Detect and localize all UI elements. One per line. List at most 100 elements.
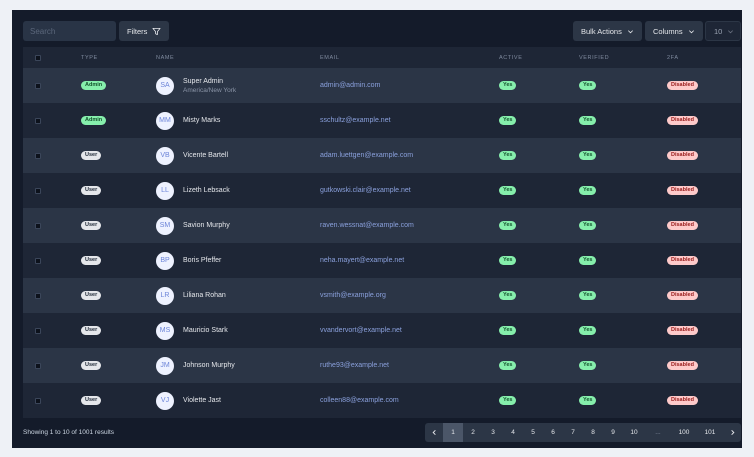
- table-row[interactable]: User VJ Violette Jast colleen88@example.com…: [23, 383, 741, 418]
- prev-page-button[interactable]: [425, 423, 443, 442]
- row-checkbox[interactable]: [35, 313, 41, 348]
- user-email-link[interactable]: colleen88@example.com: [320, 397, 399, 404]
- user-name[interactable]: Violette Jast: [183, 397, 221, 404]
- twofa-cell: Disabled: [667, 103, 698, 138]
- table-row[interactable]: User LL Lizeth Lebsack gutkowski.clair@exam…: [23, 173, 741, 208]
- row-checkbox[interactable]: [35, 208, 41, 243]
- page-button-100[interactable]: 100: [671, 423, 697, 442]
- type-badge: User: [81, 396, 102, 405]
- next-page-button[interactable]: [723, 423, 741, 442]
- page-button-1[interactable]: 1: [443, 423, 463, 442]
- table-row[interactable]: User JM Johnson Murphy ruthe93@example.net Y…: [23, 348, 741, 383]
- user-email-link[interactable]: gutkowski.clair@example.net: [320, 187, 411, 194]
- header-active[interactable]: ACTIVE: [499, 47, 522, 68]
- avatar: JM: [156, 356, 174, 375]
- select-all-checkbox[interactable]: [35, 47, 41, 68]
- row-checkbox[interactable]: [35, 243, 41, 278]
- avatar: MM: [156, 111, 174, 130]
- row-checkbox[interactable]: [35, 103, 41, 138]
- avatar: LR: [156, 286, 174, 305]
- row-checkbox[interactable]: [35, 348, 41, 383]
- user-email-link[interactable]: ruthe93@example.net: [320, 362, 389, 369]
- type-badge: User: [81, 221, 102, 230]
- name-cell: SM Savion Murphy: [156, 208, 230, 243]
- active-cell: Yes: [499, 313, 517, 348]
- header-verified[interactable]: VERIFIED: [579, 47, 609, 68]
- row-checkbox[interactable]: [35, 383, 41, 418]
- twofa-badge: Disabled: [667, 396, 698, 405]
- verified-badge: Yes: [579, 326, 597, 335]
- user-name[interactable]: Misty Marks: [183, 117, 220, 124]
- page-button-4[interactable]: 4: [503, 423, 523, 442]
- page-button-6[interactable]: 6: [543, 423, 563, 442]
- page-button-8[interactable]: 8: [583, 423, 603, 442]
- table-row[interactable]: Admin SA Super Admin America/New York admin@…: [23, 68, 741, 103]
- email-cell: gutkowski.clair@example.net: [320, 173, 411, 208]
- email-cell: adam.luettgen@example.com: [320, 138, 413, 173]
- header-name[interactable]: NAME: [156, 47, 174, 68]
- header-type[interactable]: TYPE: [81, 47, 98, 68]
- header-2fa[interactable]: 2FA: [667, 47, 679, 68]
- user-name[interactable]: Vicente Bartell: [183, 152, 228, 159]
- verified-badge: Yes: [579, 151, 597, 160]
- user-name[interactable]: Boris Pfeffer: [183, 257, 221, 264]
- table-row[interactable]: User BP Boris Pfeffer neha.mayert@example.n…: [23, 243, 741, 278]
- columns-button[interactable]: Columns: [645, 21, 703, 41]
- row-checkbox[interactable]: [35, 68, 41, 103]
- email-cell: vsmith@example.org: [320, 278, 386, 313]
- row-checkbox[interactable]: [35, 138, 41, 173]
- page-button-2[interactable]: 2: [463, 423, 483, 442]
- twofa-badge: Disabled: [667, 256, 698, 265]
- table-row[interactable]: User MS Mauricio Stark vvandervort@example.…: [23, 313, 741, 348]
- avatar: VJ: [156, 391, 174, 410]
- table-row[interactable]: Admin MM Misty Marks sschultz@example.net Ye…: [23, 103, 741, 138]
- type-cell: Admin: [81, 68, 107, 103]
- per-page-select[interactable]: 10: [705, 21, 741, 41]
- active-badge: Yes: [499, 256, 517, 265]
- table-row[interactable]: User SM Savion Murphy raven.wessnat@example…: [23, 208, 741, 243]
- page-button-7[interactable]: 7: [563, 423, 583, 442]
- email-cell: sschultz@example.net: [320, 103, 391, 138]
- user-name[interactable]: Liliana Rohan: [183, 292, 226, 299]
- table-row[interactable]: User VB Vicente Bartell adam.luettgen@examp…: [23, 138, 741, 173]
- filters-button[interactable]: Filters: [119, 21, 170, 41]
- page-button-101[interactable]: 101: [697, 423, 723, 442]
- page-button-9[interactable]: 9: [603, 423, 623, 442]
- type-badge: User: [81, 151, 102, 160]
- active-badge: Yes: [499, 81, 517, 90]
- user-name[interactable]: Lizeth Lebsack: [183, 187, 230, 194]
- page-button-10[interactable]: 10: [623, 423, 645, 442]
- filter-funnel-icon: [152, 27, 161, 36]
- user-email-link[interactable]: vvandervort@example.net: [320, 327, 402, 334]
- name-cell: LR Liliana Rohan: [156, 278, 226, 313]
- user-name[interactable]: Savion Murphy: [183, 222, 230, 229]
- name-cell: BP Boris Pfeffer: [156, 243, 221, 278]
- header-email[interactable]: EMAIL: [320, 47, 340, 68]
- row-checkbox[interactable]: [35, 278, 41, 313]
- chevron-left-icon: [432, 429, 436, 436]
- user-email-link[interactable]: raven.wessnat@example.com: [320, 222, 414, 229]
- page-button-3[interactable]: 3: [483, 423, 503, 442]
- table-row[interactable]: User LR Liliana Rohan vsmith@example.org Yes…: [23, 278, 741, 313]
- active-badge: Yes: [499, 291, 517, 300]
- user-email-link[interactable]: adam.luettgen@example.com: [320, 152, 413, 159]
- email-cell: vvandervort@example.net: [320, 313, 402, 348]
- user-email-link[interactable]: vsmith@example.org: [320, 292, 386, 299]
- page-button-5[interactable]: 5: [523, 423, 543, 442]
- user-email-link[interactable]: neha.mayert@example.net: [320, 257, 404, 264]
- user-email-link[interactable]: sschultz@example.net: [320, 117, 391, 124]
- user-name[interactable]: Mauricio Stark: [183, 327, 228, 334]
- twofa-cell: Disabled: [667, 313, 698, 348]
- user-name[interactable]: Super Admin: [183, 78, 236, 85]
- user-email-link[interactable]: admin@admin.com: [320, 82, 380, 89]
- bulk-actions-button[interactable]: Bulk Actions: [573, 21, 642, 41]
- verified-badge: Yes: [579, 291, 597, 300]
- search-input[interactable]: [23, 21, 116, 41]
- users-table-panel: Filters Bulk Actions Columns 10: [12, 10, 742, 448]
- user-name[interactable]: Johnson Murphy: [183, 362, 235, 369]
- name-cell: MM Misty Marks: [156, 103, 220, 138]
- twofa-badge: Disabled: [667, 151, 698, 160]
- row-checkbox[interactable]: [35, 173, 41, 208]
- twofa-cell: Disabled: [667, 348, 698, 383]
- verified-cell: Yes: [579, 313, 597, 348]
